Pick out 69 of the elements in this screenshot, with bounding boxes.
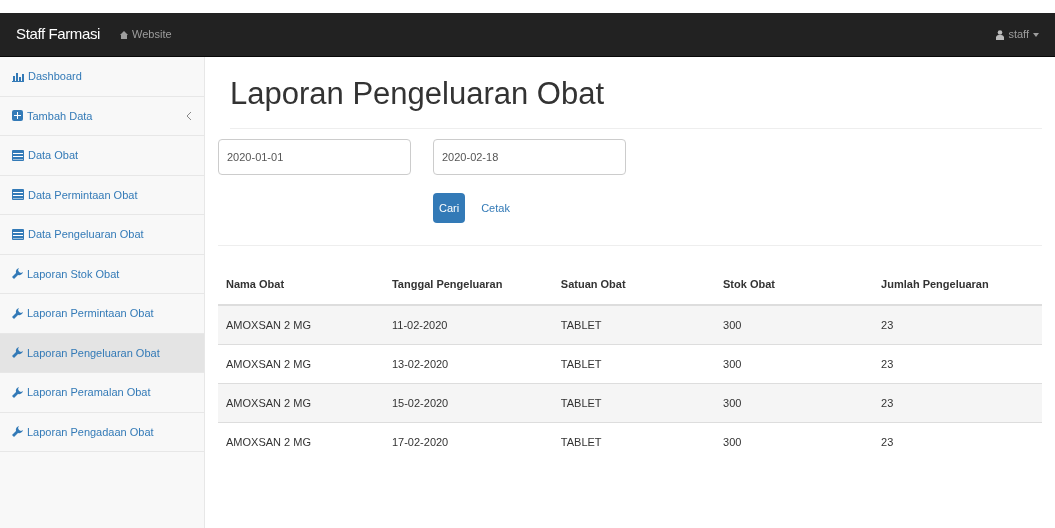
table-cell: 23 <box>873 422 1042 462</box>
table-icon <box>12 189 24 201</box>
sidebar-label: Laporan Permintaan Obat <box>27 306 154 321</box>
wrench-icon <box>12 426 23 438</box>
sidebar-label: Data Permintaan Obat <box>28 187 138 203</box>
table-icon <box>12 228 24 240</box>
sidebar-label: Data Pengeluaran Obat <box>28 227 144 242</box>
sidebar-label: Tambah Data <box>27 108 93 124</box>
plus-square-icon <box>12 110 23 122</box>
user-icon <box>996 29 1005 40</box>
table-cell: AMOXSAN 2 MG <box>218 305 384 345</box>
sidebar-label: Laporan Peramalan Obat <box>27 385 151 400</box>
sidebar-item[interactable]: Laporan Pengeluaran Obat <box>0 333 204 373</box>
sidebar-item[interactable]: Laporan Pengadaan Obat <box>0 412 204 452</box>
column-header: Stok Obat <box>715 275 874 306</box>
home-icon <box>120 30 129 39</box>
chevron-left-icon <box>187 111 192 120</box>
column-header: Tanggal Pengeluaran <box>383 275 553 306</box>
table-cell: 23 <box>873 305 1042 345</box>
table-cell: TABLET <box>552 344 716 384</box>
column-header: Satuan Obat <box>552 275 716 306</box>
page-title: Laporan Pengeluaran Obat <box>230 75 605 113</box>
website-link[interactable]: Website <box>120 26 172 43</box>
table-cell: 300 <box>715 305 874 345</box>
column-header: Nama Obat <box>218 275 384 306</box>
table-cell: 17-02-2020 <box>383 422 553 462</box>
table-cell: TABLET <box>552 422 716 462</box>
sidebar-label: Laporan Pengadaan Obat <box>27 424 154 440</box>
brand-title[interactable]: Staff Farmasi <box>16 23 101 46</box>
start-date-field[interactable]: 2020-01-01 <box>218 138 411 175</box>
sidebar-item[interactable]: Data Obat <box>0 136 204 176</box>
wrench-icon <box>12 268 23 280</box>
sidebar-item[interactable]: Dashboard <box>0 57 204 97</box>
column-header: Jumlah Pengeluaran <box>873 275 1042 306</box>
table-cell: 11-02-2020 <box>383 305 553 345</box>
wrench-icon <box>12 386 23 398</box>
sidebar-label: Data Obat <box>28 148 79 163</box>
table-cell: TABLET <box>552 383 716 423</box>
table-cell: 23 <box>873 383 1042 423</box>
table-cell: AMOXSAN 2 MG <box>218 422 384 462</box>
table-cell: 300 <box>715 383 874 423</box>
user-name: staff <box>1008 27 1029 43</box>
sidebar-label: Laporan Stok Obat <box>27 266 120 282</box>
caret-icon <box>1033 32 1039 37</box>
user-menu[interactable]: staff <box>996 26 1039 43</box>
table-cell: 23 <box>873 344 1042 384</box>
table-cell: 13-02-2020 <box>383 344 553 384</box>
sidebar-item[interactable]: Data Permintaan Obat <box>0 175 204 215</box>
end-date-field[interactable]: 2020-02-18 <box>433 138 626 175</box>
bar-chart-icon <box>12 70 24 82</box>
table-cell: AMOXSAN 2 MG <box>218 383 384 423</box>
website-label: Website <box>132 27 172 43</box>
wrench-icon <box>12 347 23 359</box>
sidebar-item[interactable]: Laporan Permintaan Obat <box>0 294 204 334</box>
table-cell: 15-02-2020 <box>383 383 553 423</box>
table-cell: TABLET <box>552 305 716 345</box>
sidebar-item[interactable]: Tambah Data <box>0 96 204 136</box>
sidebar-item[interactable]: Laporan Stok Obat <box>0 254 204 294</box>
print-link[interactable]: Cetak <box>481 199 510 216</box>
table-cell: 300 <box>715 344 874 384</box>
sidebar-label: Dashboard <box>28 69 82 84</box>
search-button[interactable]: Cari <box>433 192 466 223</box>
table-cell: AMOXSAN 2 MG <box>218 344 384 384</box>
sidebar-item[interactable]: Data Pengeluaran Obat <box>0 215 204 255</box>
wrench-icon <box>12 307 23 319</box>
table-icon <box>12 149 24 161</box>
table-cell: 300 <box>715 422 874 462</box>
sidebar-item[interactable]: Laporan Peramalan Obat <box>0 373 204 413</box>
sidebar-label: Laporan Pengeluaran Obat <box>27 345 160 361</box>
